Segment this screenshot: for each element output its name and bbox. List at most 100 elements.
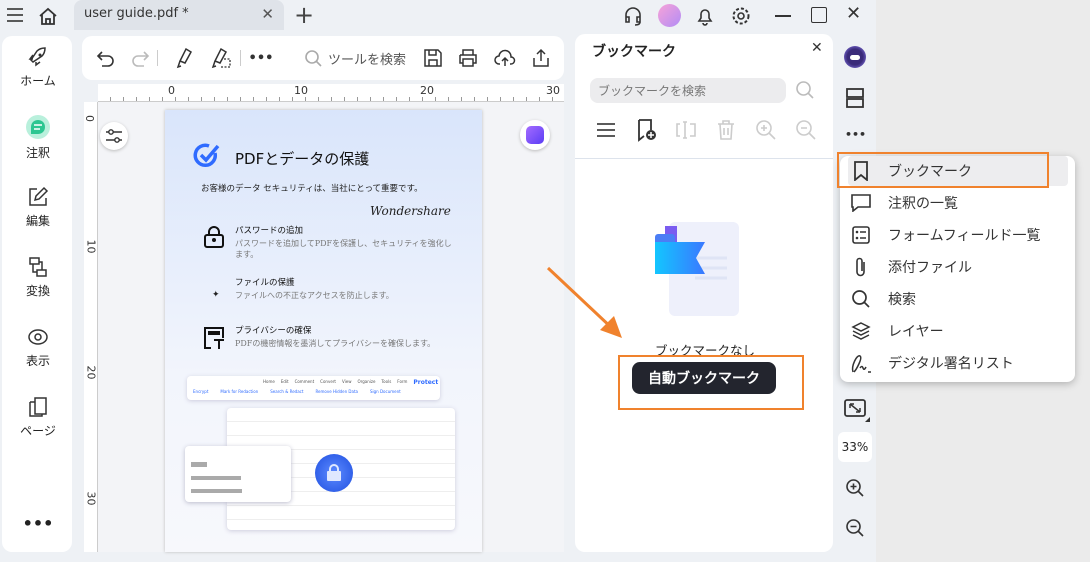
add-bookmark-icon[interactable] [635,118,659,142]
close-panel-button[interactable]: ✕ [811,40,823,56]
avatar[interactable] [658,4,681,27]
print-icon[interactable] [455,45,481,71]
sidebar-more-button[interactable]: ••• [2,514,74,533]
paperclip-icon [848,256,874,278]
menu-item-search[interactable]: 検索 [848,284,1068,314]
annotate-icon [2,114,74,140]
sidebar-item-edit[interactable]: 編集 [2,186,74,229]
bookmark-search-input[interactable]: ブックマークを検索 [590,78,786,103]
mini-tool: Sign Document [369,389,401,394]
doc-subtitle: お客様のデータ セキュリティは、当社にとって重要です。 [201,184,423,194]
ruler-tick: 10 [294,84,308,97]
horizontal-ruler: 0 10 20 30 [98,84,564,102]
tool-search-input[interactable]: ツールを検索 [304,46,412,70]
comment-icon [848,194,874,212]
share-icon[interactable] [528,45,554,71]
tool-search-placeholder: ツールを検索 [328,52,407,68]
vertical-ruler: 0 10 20 30 [83,102,98,552]
document-tab[interactable]: user guide.pdf * ✕ [74,0,284,30]
embedded-app-toolbar: Home Edit Comment Convert View Organize Tools F… [187,376,440,400]
cloud-upload-icon[interactable] [492,45,518,71]
menu-item-comments[interactable]: 注釈の一覧 [848,188,1068,218]
mini-tool: Mark for Redaction [220,389,259,394]
feature-title: パスワードの追加 [235,226,304,236]
annotation-arrow [544,264,628,340]
expand-icon[interactable] [754,118,778,142]
rocket-icon [2,46,74,68]
undo-icon[interactable] [93,45,119,71]
zoom-out-icon[interactable] [845,518,865,538]
panels-menu: ブックマーク 注釈の一覧 フォームフィールド一覧 添付ファイル 検索 レイヤー … [840,156,1075,382]
delete-icon[interactable] [714,118,738,142]
sparkle-icon: ✦ [212,290,220,300]
mini-tab: Home [263,379,275,384]
empty-bookmark-illustration [655,222,741,318]
more-panels-button[interactable]: ••• [845,128,866,141]
rename-icon[interactable] [674,118,698,142]
area-highlight-icon[interactable] [208,45,234,71]
sidebar-item-home[interactable]: ホーム [2,46,74,89]
close-tab-icon[interactable]: ✕ [261,5,274,23]
collapse-icon[interactable] [794,118,818,142]
divider [575,158,833,159]
eye-icon [2,326,74,348]
fit-page-icon[interactable] [844,398,870,422]
ai-bot-icon[interactable] [844,46,866,68]
bell-icon[interactable] [694,5,716,27]
feature-desc: PDFの機密情報を墨消してプライバシーを確保します。 [235,339,436,348]
mini-tool: Remove Hidden Data [315,389,358,394]
highlighter-icon[interactable] [171,45,197,71]
layers-icon [848,321,874,341]
adjust-sliders-button[interactable] [100,122,128,150]
zoom-value: 33% [841,440,869,454]
save-icon[interactable] [420,45,446,71]
padlock-icon [203,225,225,249]
highlight-box [837,152,1049,188]
search-icon[interactable] [795,80,815,100]
menu-item-form-fields[interactable]: フォームフィールド一覧 [848,220,1068,250]
feature-desc: ファイルへの不正なアクセスを防止します。 [235,291,394,300]
mini-tab-active: Protect [413,379,439,386]
mini-tab: Organize [357,379,376,384]
bookmark-list-icon[interactable] [594,118,618,142]
close-window-button[interactable]: ✕ [846,3,861,24]
form-icon [848,226,874,244]
headset-icon[interactable] [622,5,644,27]
sidebar-label: ホーム [20,74,56,88]
more-tools-button[interactable]: ••• [248,45,274,71]
signature-icon [848,352,874,374]
sidebar-item-view[interactable]: 表示 [2,326,74,369]
redact-icon [203,326,225,350]
tab-title: user guide.pdf * [84,6,189,21]
sidebar-label: 編集 [25,214,50,228]
menu-item-layers[interactable]: レイヤー [848,316,1068,346]
menu-item-signatures[interactable]: デジタル署名リスト [848,348,1068,378]
divider [240,50,241,66]
new-tab-icon[interactable]: + [292,1,316,29]
menu-item-attachments[interactable]: 添付ファイル [848,252,1068,282]
bookmark-search-placeholder: ブックマークを検索 [598,84,707,98]
sidebar-item-convert[interactable]: 変換 [2,256,74,299]
sidebar-item-annotate[interactable]: 注釈 [2,114,74,161]
search-icon [304,49,322,67]
left-sidebar: ホーム 注釈 編集 変換 表示 ページ ••• [2,36,72,552]
sidebar-item-page[interactable]: ページ [2,396,74,439]
mini-tab: Form [397,379,408,384]
gear-icon[interactable] [729,4,753,28]
lock-badge-icon [315,454,353,492]
zoom-level[interactable]: 33% [838,432,872,462]
ruler-tick: 0 [168,84,175,97]
minimize-button[interactable] [775,15,791,17]
page-layout-icon[interactable] [846,88,864,108]
ai-assistant-button[interactable] [520,120,550,150]
mini-tab: Convert [320,379,336,384]
redo-icon[interactable] [127,45,153,71]
panel-title: ブックマーク [592,44,676,60]
hamburger-menu-icon[interactable] [4,4,26,26]
maximize-button[interactable] [811,7,827,23]
zoom-in-icon[interactable] [845,478,865,498]
home-icon[interactable] [36,4,60,28]
divider [157,50,158,66]
ruler-tick: 0 [83,115,96,122]
mini-tab: View [342,379,352,384]
